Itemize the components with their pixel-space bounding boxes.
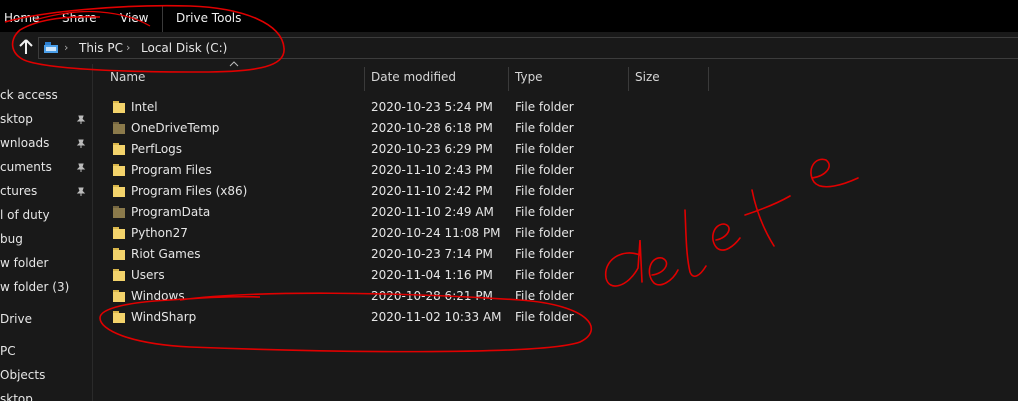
- file-type: File folder: [515, 205, 574, 219]
- folder-icon: [113, 227, 125, 239]
- file-date-modified: 2020-10-28 6:18 PM: [371, 121, 493, 135]
- column-header-size[interactable]: Size: [635, 70, 660, 84]
- file-name[interactable]: Program Files: [131, 163, 212, 177]
- file-date-modified: 2020-10-23 6:29 PM: [371, 142, 493, 156]
- file-name[interactable]: Program Files (x86): [131, 184, 247, 198]
- file-date-modified: 2020-10-28 6:21 PM: [371, 289, 493, 303]
- table-row[interactable]: Windows 2020-10-28 6:21 PM File folder: [104, 286, 624, 307]
- nav-item[interactable]: w folder: [0, 256, 48, 270]
- pin-icon[interactable]: [76, 139, 86, 149]
- file-name[interactable]: Python27: [131, 226, 188, 240]
- pin-icon[interactable]: [76, 115, 86, 125]
- table-row[interactable]: Python27 2020-10-24 11:08 PM File folder: [104, 223, 624, 244]
- this-pc-icon: [44, 42, 58, 53]
- column-divider[interactable]: [708, 67, 709, 91]
- address-bar[interactable]: › This PC › Local Disk (C:): [38, 37, 1018, 59]
- navigation-pane: ck access sktop wnloads cuments ctures l of d…: [0, 64, 92, 401]
- table-row[interactable]: OneDriveTemp 2020-10-28 6:18 PM File folde…: [104, 118, 624, 139]
- table-row[interactable]: WindSharp 2020-11-02 10:33 AM File folder: [104, 307, 624, 328]
- file-type: File folder: [515, 121, 574, 135]
- column-header-name[interactable]: Name: [110, 70, 145, 84]
- file-type: File folder: [515, 184, 574, 198]
- ribbon: Home Share View Drive Tools: [0, 0, 1018, 32]
- table-row[interactable]: ProgramData 2020-11-10 2:49 AM File folder: [104, 202, 624, 223]
- chevron-right-icon[interactable]: ›: [64, 41, 68, 54]
- file-date-modified: 2020-11-10 2:42 PM: [371, 184, 493, 198]
- table-row[interactable]: PerfLogs 2020-10-23 6:29 PM File folder: [104, 139, 624, 160]
- table-row[interactable]: Program Files 2020-11-10 2:43 PM File fold…: [104, 160, 624, 181]
- file-date-modified: 2020-11-10 2:43 PM: [371, 163, 493, 177]
- file-name[interactable]: Windows: [131, 289, 185, 303]
- file-name[interactable]: Intel: [131, 100, 158, 114]
- nav-item[interactable]: Objects: [0, 368, 45, 382]
- file-name[interactable]: PerfLogs: [131, 142, 182, 156]
- nav-item[interactable]: w folder (3): [0, 280, 69, 294]
- nav-item[interactable]: Drive: [0, 312, 32, 326]
- breadcrumb-this-pc[interactable]: This PC: [79, 41, 123, 55]
- file-type: File folder: [515, 142, 574, 156]
- column-header-date-modified[interactable]: Date modified: [371, 70, 456, 84]
- folder-icon: [113, 311, 125, 323]
- tab-view[interactable]: View: [120, 11, 148, 25]
- column-header-type[interactable]: Type: [515, 70, 543, 84]
- sort-ascending-icon: [229, 61, 239, 67]
- pin-icon[interactable]: [76, 163, 86, 173]
- file-date-modified: 2020-10-24 11:08 PM: [371, 226, 501, 240]
- file-type: File folder: [515, 310, 574, 324]
- folder-icon: [113, 143, 125, 155]
- pane-divider: [92, 64, 93, 401]
- folder-icon: [113, 290, 125, 302]
- folder-icon: [113, 101, 125, 113]
- tab-home[interactable]: Home: [4, 11, 39, 25]
- up-arrow-icon[interactable]: [16, 37, 36, 57]
- chevron-right-icon[interactable]: ›: [126, 41, 130, 54]
- file-name[interactable]: ProgramData: [131, 205, 210, 219]
- table-row[interactable]: Users 2020-11-04 1:16 PM File folder: [104, 265, 624, 286]
- tab-drive-tools[interactable]: Drive Tools: [176, 11, 241, 25]
- nav-item[interactable]: cuments: [0, 160, 52, 174]
- breadcrumb-local-disk[interactable]: Local Disk (C:): [141, 41, 227, 55]
- file-date-modified: 2020-10-23 7:14 PM: [371, 247, 493, 261]
- file-type: File folder: [515, 289, 574, 303]
- nav-item[interactable]: ck access: [0, 88, 58, 102]
- column-divider[interactable]: [508, 67, 509, 91]
- file-date-modified: 2020-11-04 1:16 PM: [371, 268, 493, 282]
- file-name[interactable]: OneDriveTemp: [131, 121, 219, 135]
- file-date-modified: 2020-11-02 10:33 AM: [371, 310, 502, 324]
- markup-delete-handwriting: [605, 158, 859, 287]
- file-type: File folder: [515, 100, 574, 114]
- file-date-modified: 2020-11-10 2:49 AM: [371, 205, 494, 219]
- file-type: File folder: [515, 247, 574, 261]
- nav-item[interactable]: sktop: [0, 392, 33, 401]
- table-row[interactable]: Intel 2020-10-23 5:24 PM File folder: [104, 97, 624, 118]
- folder-icon: [113, 248, 125, 260]
- file-name[interactable]: Riot Games: [131, 247, 201, 261]
- column-divider[interactable]: [364, 67, 365, 91]
- column-divider[interactable]: [628, 67, 629, 91]
- nav-item[interactable]: sktop: [0, 112, 33, 126]
- table-row[interactable]: Riot Games 2020-10-23 7:14 PM File folder: [104, 244, 624, 265]
- folder-icon: [113, 185, 125, 197]
- file-date-modified: 2020-10-23 5:24 PM: [371, 100, 493, 114]
- nav-item[interactable]: bug: [0, 232, 23, 246]
- table-row[interactable]: Program Files (x86) 2020-11-10 2:42 PM Fil…: [104, 181, 624, 202]
- folder-icon: [113, 269, 125, 281]
- file-type: File folder: [515, 268, 574, 282]
- nav-item[interactable]: wnloads: [0, 136, 49, 150]
- folder-icon: [113, 164, 125, 176]
- nav-item[interactable]: PC: [0, 344, 16, 358]
- tab-share[interactable]: Share: [62, 11, 97, 25]
- file-name[interactable]: Users: [131, 268, 165, 282]
- nav-item[interactable]: l of duty: [0, 208, 50, 222]
- file-name[interactable]: WindSharp: [131, 310, 196, 324]
- file-type: File folder: [515, 163, 574, 177]
- folder-dim-icon: [113, 122, 125, 134]
- pin-icon[interactable]: [76, 187, 86, 197]
- file-type: File folder: [515, 226, 574, 240]
- address-row: › This PC › Local Disk (C:): [0, 32, 1018, 64]
- ribbon-divider: [162, 6, 163, 32]
- folder-dim-icon: [113, 206, 125, 218]
- nav-item[interactable]: ctures: [0, 184, 37, 198]
